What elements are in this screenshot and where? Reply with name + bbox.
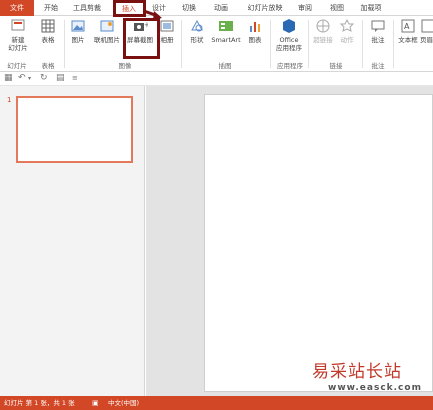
comment-button[interactable]: 批注 xyxy=(365,18,391,44)
chart-label: 图表 xyxy=(248,36,262,44)
screenshot-button-highlight xyxy=(123,18,160,59)
group-label-slides: 幻灯片 xyxy=(7,62,27,70)
group-separator xyxy=(270,20,271,68)
tab-slideshow[interactable]: 幻灯片放映 xyxy=(240,0,290,16)
new-slide-label: 新建 幻灯片 xyxy=(8,36,28,52)
slide-canvas[interactable] xyxy=(204,94,433,392)
office-apps-button[interactable]: Office 应用程序 xyxy=(272,18,306,52)
hyperlink-button[interactable]: 超链接 xyxy=(311,18,335,44)
slideshow-from-start-icon[interactable]: ▤ xyxy=(56,73,65,83)
tab-animations[interactable]: 动画 xyxy=(210,0,232,16)
group-label-comments: 批注 xyxy=(371,62,385,70)
online-picture-icon xyxy=(100,20,114,32)
new-slide-button[interactable]: 新建 幻灯片 xyxy=(3,18,33,52)
new-slide-icon xyxy=(11,19,25,31)
customize-qat-icon[interactable]: ≡ xyxy=(72,74,78,82)
slide-editing-area xyxy=(146,86,433,396)
group-separator xyxy=(393,20,394,68)
tab-review[interactable]: 审阅 xyxy=(294,0,316,16)
slide-number: 1 xyxy=(7,96,12,104)
group-separator xyxy=(64,20,65,68)
insert-tab-highlight xyxy=(113,0,146,17)
slide-thumbnail-pane: 1 xyxy=(0,86,145,396)
header-footer-label: 页眉 xyxy=(420,36,433,44)
slide-count-status: 幻灯片 第 1 张，共 1 张 xyxy=(4,399,75,407)
comment-label: 批注 xyxy=(371,36,385,44)
spellcheck-icon[interactable]: ▣ xyxy=(92,396,99,410)
textbox-button[interactable]: A 文本框 xyxy=(396,18,420,44)
tab-file[interactable]: 文件 xyxy=(0,0,34,16)
textbox-icon: A xyxy=(401,19,415,33)
chart-icon xyxy=(250,22,260,32)
undo-dropdown-icon[interactable]: ▾ xyxy=(28,75,31,82)
highlight-arrow xyxy=(144,9,162,20)
office-apps-icon xyxy=(283,19,295,33)
globe-icon xyxy=(316,19,330,33)
tab-tools[interactable]: 工具剪裁 xyxy=(66,0,108,16)
tab-addins[interactable]: 加载项 xyxy=(356,0,386,16)
group-separator xyxy=(308,20,309,68)
table-button[interactable]: 表格 xyxy=(36,18,60,44)
slide-thumbnail[interactable] xyxy=(16,96,133,163)
language-status[interactable]: 中文(中国) xyxy=(108,396,139,410)
save-icon[interactable]: ▦ xyxy=(4,73,13,83)
svg-text:A: A xyxy=(404,22,410,31)
ribbon: 新建 幻灯片 表格 图片 联机图片 + 屏幕截图 相册 形状 SmartArt … xyxy=(0,16,433,72)
shapes-button[interactable]: 形状 xyxy=(184,18,210,44)
group-separator xyxy=(181,20,182,68)
album-label: 相册 xyxy=(160,36,174,44)
picture-button[interactable]: 图片 xyxy=(67,18,89,44)
shapes-icon xyxy=(191,19,203,32)
watermark-url: www.easck.com xyxy=(328,383,422,393)
status-bar: 幻灯片 第 1 张，共 1 张 ▣ 中文(中国) xyxy=(0,396,433,410)
header-footer-icon xyxy=(421,19,433,33)
chart-button[interactable]: 图表 xyxy=(244,18,266,44)
action-button[interactable]: 动作 xyxy=(336,18,358,44)
online-picture-button[interactable]: 联机图片 xyxy=(91,18,123,44)
table-label: 表格 xyxy=(41,36,55,44)
tab-view[interactable]: 视图 xyxy=(326,0,348,16)
group-label-apps: 应用程序 xyxy=(277,62,303,70)
redo-icon[interactable]: ↻ xyxy=(40,73,48,83)
undo-icon[interactable]: ↶ xyxy=(18,73,26,83)
tab-transitions[interactable]: 切换 xyxy=(178,0,200,16)
smartart-label: SmartArt xyxy=(211,36,241,44)
watermark-logo: 易采站长站 xyxy=(312,362,402,382)
group-label-tables: 表格 xyxy=(41,62,55,70)
ribbon-tab-bar: 文件 开始 工具剪裁 插入 设计 切换 动画 幻灯片放映 审阅 视图 加载项 xyxy=(0,0,433,16)
textbox-label: 文本框 xyxy=(398,36,418,44)
picture-label: 图片 xyxy=(71,36,85,44)
action-label: 动作 xyxy=(340,36,354,44)
smartart-button[interactable]: SmartArt xyxy=(210,18,242,44)
comment-icon xyxy=(371,20,385,32)
office-apps-label: Office 应用程序 xyxy=(276,36,302,52)
quick-access-toolbar: ▦ ↶ ▾ ↻ ▤ ≡ xyxy=(0,72,433,86)
group-label-illustrations: 插图 xyxy=(218,62,232,70)
group-label-images: 图像 xyxy=(118,62,132,70)
star-icon xyxy=(339,18,355,32)
smartart-icon xyxy=(219,21,233,31)
picture-icon xyxy=(71,20,85,32)
shapes-label: 形状 xyxy=(190,36,204,44)
group-label-links: 链接 xyxy=(329,62,343,70)
group-separator xyxy=(362,20,363,68)
hyperlink-label: 超链接 xyxy=(313,36,333,44)
tab-home[interactable]: 开始 xyxy=(38,0,64,16)
table-icon xyxy=(41,19,55,33)
header-footer-button[interactable]: 页眉 xyxy=(420,18,433,44)
online-picture-label: 联机图片 xyxy=(94,36,120,44)
